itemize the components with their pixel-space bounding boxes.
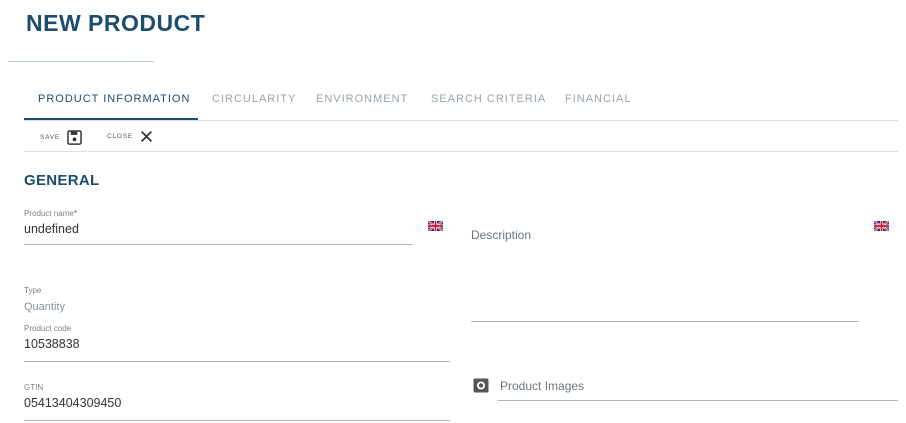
product-images-field[interactable]: Product Images <box>473 378 584 393</box>
close-x-icon <box>140 130 153 143</box>
tab-circularity[interactable]: CIRCULARITY <box>212 93 296 105</box>
description-label: Description <box>471 228 532 242</box>
active-tab-indicator <box>24 118 198 120</box>
gtin-field[interactable]: GTIN 05413404309450 <box>24 383 450 410</box>
title-underline <box>8 61 154 62</box>
product-code-label: Product code <box>24 324 72 333</box>
gtin-input[interactable]: 05413404309450 <box>24 396 450 410</box>
tab-environment[interactable]: ENVIRONMENT <box>316 93 408 105</box>
product-name-field[interactable]: Product name* undefined <box>24 209 412 236</box>
product-code-underline <box>24 361 450 362</box>
tab-bar: PRODUCT INFORMATION CIRCULARITY ENVIRONM… <box>24 86 898 121</box>
close-button[interactable]: CLOSE <box>107 130 153 143</box>
toolbar: SAVE CLOSE <box>24 121 898 152</box>
save-label: SAVE <box>40 134 61 141</box>
description-field[interactable]: Description <box>471 226 531 244</box>
uk-flag-icon[interactable] <box>427 218 444 232</box>
description-underline <box>471 321 859 322</box>
product-code-input[interactable]: 10538838 <box>24 337 450 351</box>
product-name-underline <box>24 244 412 245</box>
product-images-label: Product Images <box>500 378 585 393</box>
gtin-label: GTIN <box>24 383 44 392</box>
product-name-input[interactable]: undefined <box>24 222 412 236</box>
tab-financial[interactable]: FINANCIAL <box>565 93 631 105</box>
product-name-label: Product name* <box>24 209 412 218</box>
tab-search-criteria[interactable]: SEARCH CRITERIA <box>431 93 546 105</box>
save-button[interactable]: SAVE <box>40 130 82 145</box>
gtin-underline <box>24 420 450 421</box>
page-title: NEW PRODUCT <box>26 10 206 36</box>
camera-icon[interactable] <box>473 378 489 393</box>
section-title: GENERAL <box>24 172 100 189</box>
product-images-underline <box>498 400 898 401</box>
product-name-label-text: Product name <box>24 209 74 218</box>
type-field[interactable]: Type Quantity <box>24 286 65 313</box>
close-label: CLOSE <box>107 133 134 140</box>
floppy-disk-icon <box>67 130 82 145</box>
required-marker: * <box>73 209 77 218</box>
type-label: Type <box>24 286 42 295</box>
uk-flag-icon[interactable] <box>873 218 890 232</box>
type-value[interactable]: Quantity <box>24 301 65 313</box>
product-code-field[interactable]: Product code 10538838 <box>24 324 450 351</box>
tab-product-information[interactable]: PRODUCT INFORMATION <box>38 93 190 105</box>
